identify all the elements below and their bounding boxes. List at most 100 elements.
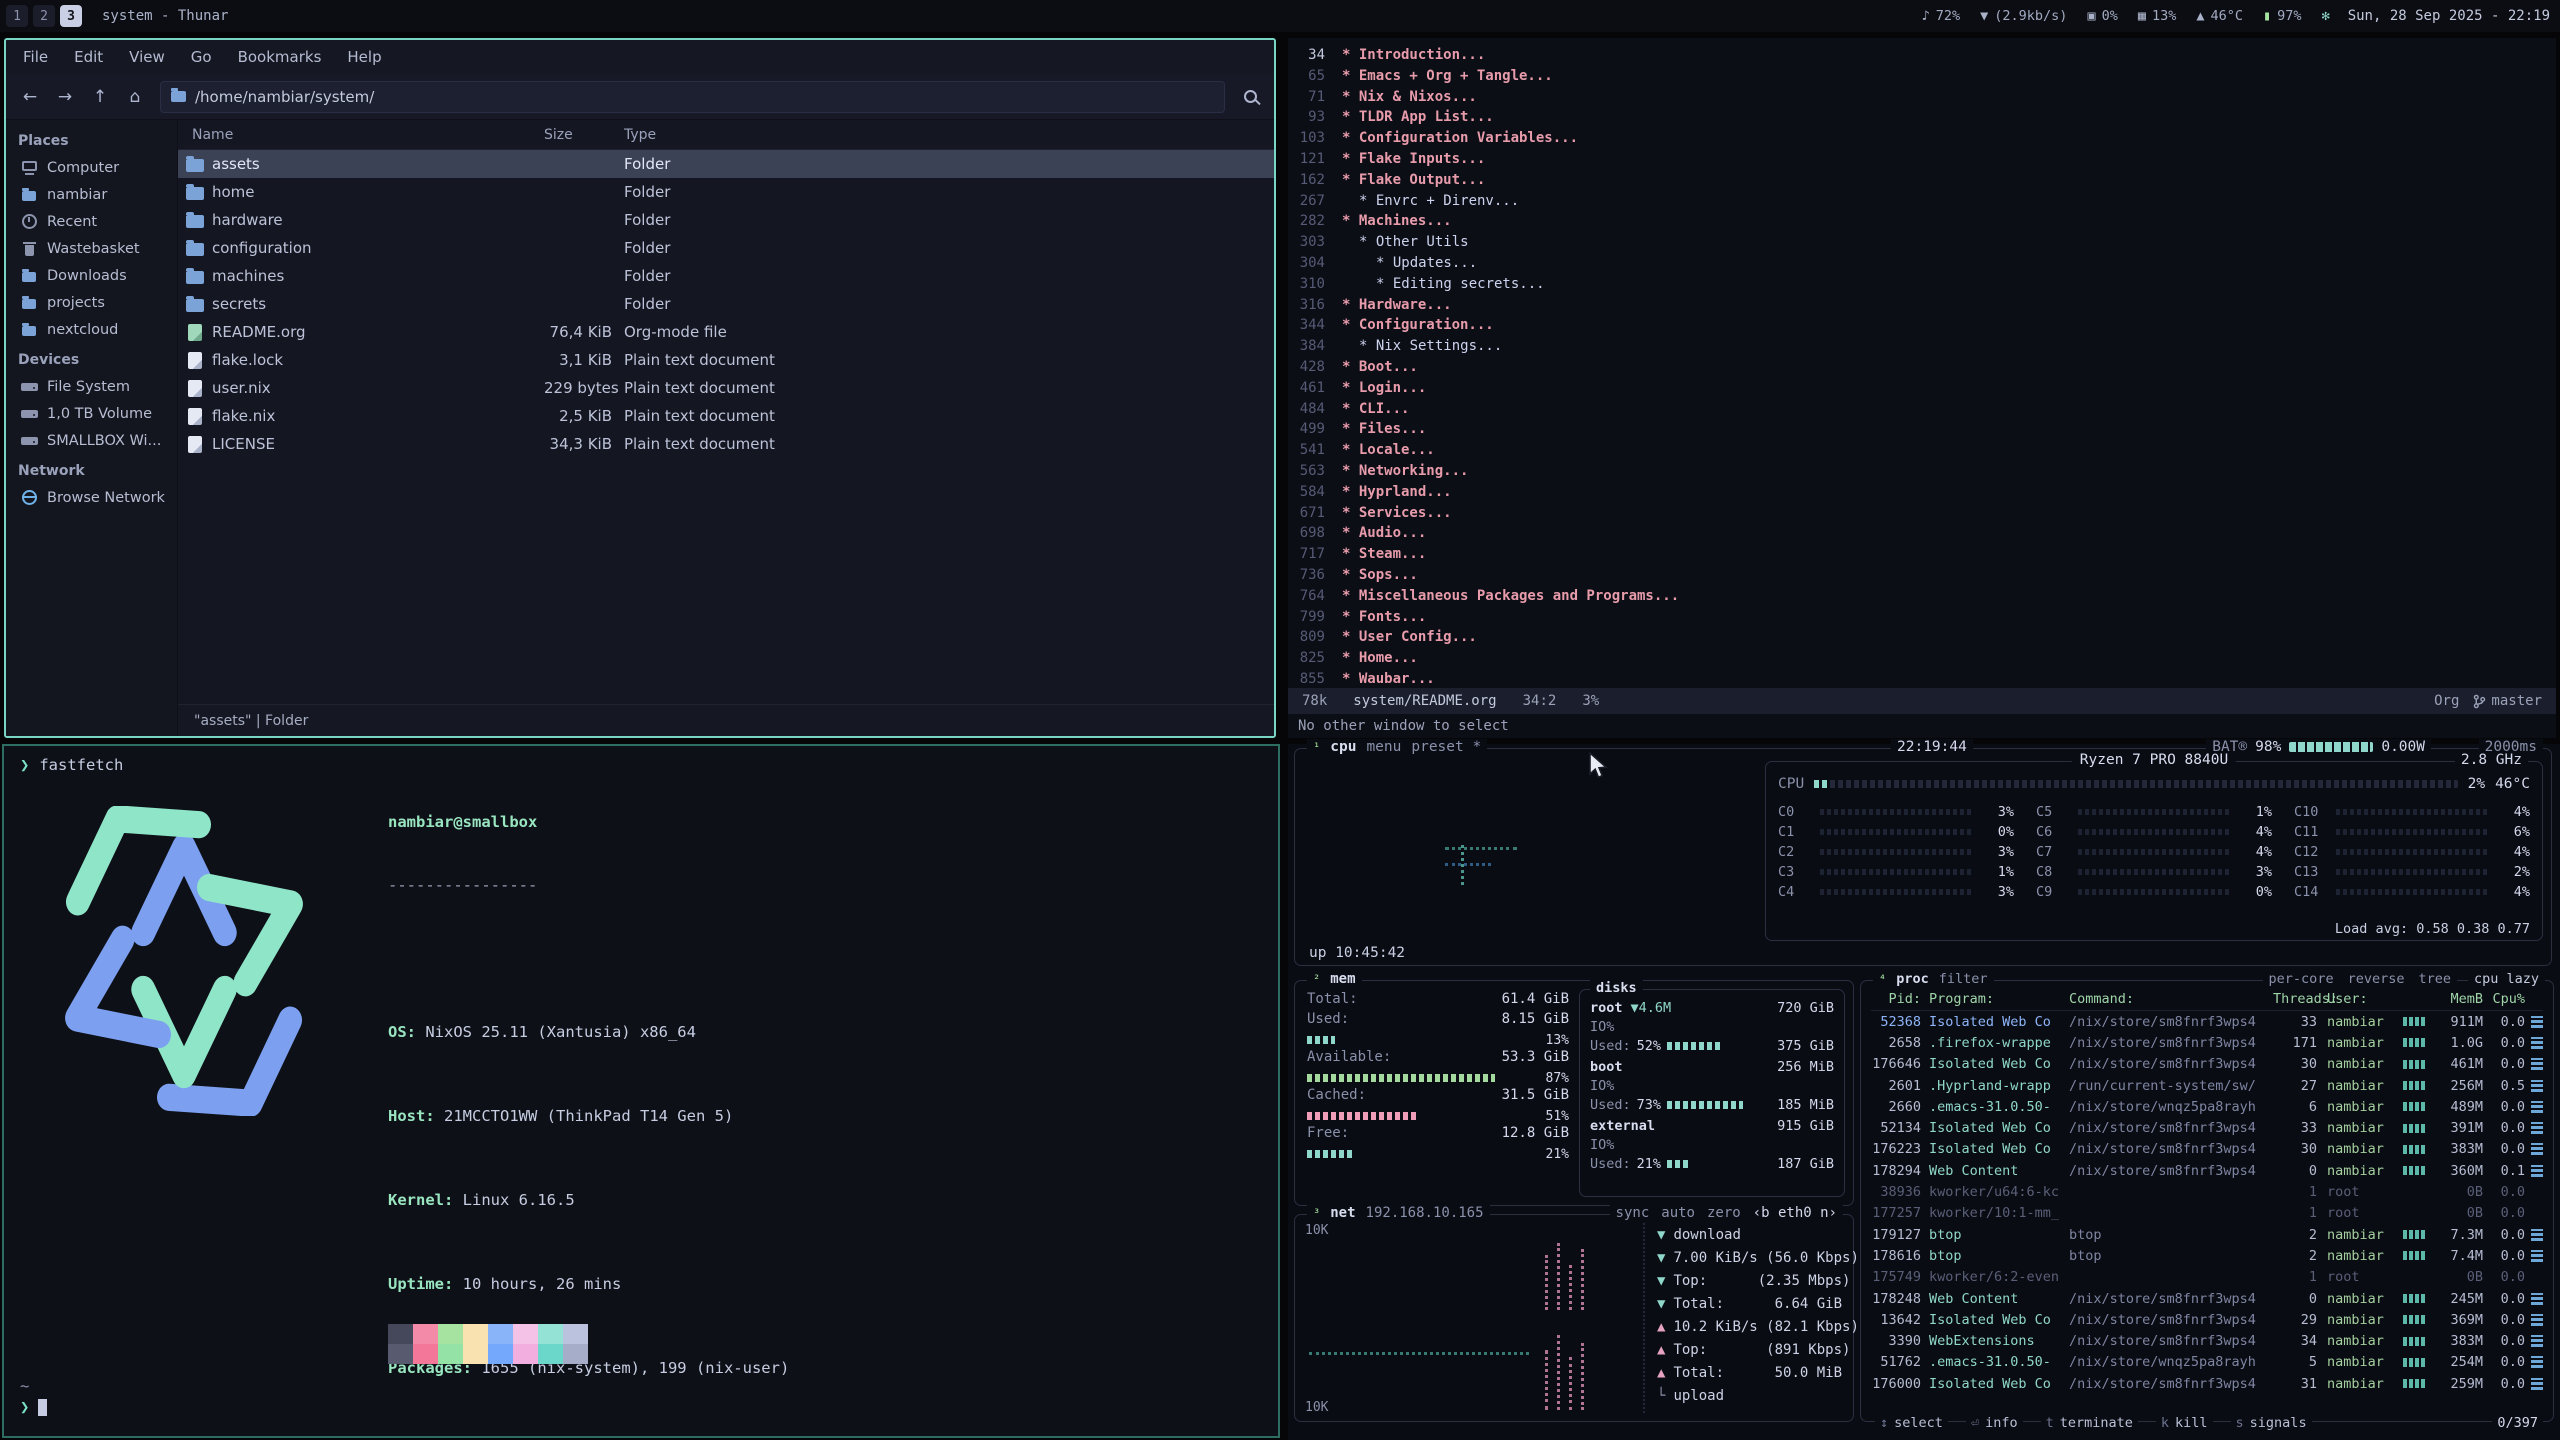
- file-name: secrets: [212, 295, 544, 313]
- org-heading: * Nix & Nixos...: [1342, 87, 1477, 108]
- workspace-button[interactable]: 2: [33, 5, 55, 27]
- up-button[interactable]: ↑: [84, 81, 116, 113]
- process-row[interactable]: 2658 .firefox-wrappe /nix/store/sm8fnrf3…: [1871, 1032, 2543, 1053]
- home-button[interactable]: ⌂: [119, 81, 151, 113]
- process-row[interactable]: 176646 Isolated Web Co /nix/store/sm8fnr…: [1871, 1054, 2543, 1075]
- status-icon: ▦: [2138, 8, 2146, 24]
- workspace-button[interactable]: 3: [60, 5, 82, 27]
- process-row[interactable]: 51762 .emacs-31.0.50- /nix/store/wnqz5pa…: [1871, 1352, 2543, 1373]
- direction-arrow-icon: ▼: [1657, 1227, 1665, 1243]
- palette-swatch: [538, 1324, 563, 1344]
- memory-meter: [1307, 1150, 1352, 1158]
- process-row[interactable]: 52134 Isolated Web Co /nix/store/sm8fnrf…: [1871, 1117, 2543, 1138]
- column-header-size[interactable]: Size: [544, 127, 612, 143]
- process-cpu-graph: [2531, 1356, 2543, 1368]
- org-buffer: 34 * Introduction... 65 * Emacs + Org + …: [1288, 38, 2556, 688]
- file-row[interactable]: secrets Folder: [178, 290, 1274, 318]
- file-row[interactable]: hardware Folder: [178, 206, 1274, 234]
- process-row[interactable]: 178248 Web Content /nix/store/sm8fnrf3wp…: [1871, 1288, 2543, 1309]
- process-row[interactable]: 176223 Isolated Web Co /nix/store/sm8fnr…: [1871, 1139, 2543, 1160]
- path-bar[interactable]: /home/nambiar/system/: [160, 81, 1225, 113]
- proc-option-toggle[interactable]: reverse: [2348, 971, 2405, 987]
- proc-sort-selector[interactable]: cpu lazy: [2468, 971, 2545, 987]
- file-row[interactable]: machines Folder: [178, 262, 1274, 290]
- process-row[interactable]: 13642 Isolated Web Co /nix/store/sm8fnrf…: [1871, 1309, 2543, 1330]
- status-tray: ♪ 72% ▼ (2.9kb/s) ▣ 0% ▦ 13% ▲ 46°C: [1922, 8, 2336, 24]
- proc-footer-button[interactable]: tterminate: [2041, 1415, 2138, 1431]
- net-toggle[interactable]: sync: [1616, 1205, 1650, 1221]
- file-row[interactable]: LICENSE 34,3 KiB Plain text document: [178, 430, 1274, 458]
- file-row[interactable]: flake.nix 2,5 KiB Plain text document: [178, 402, 1274, 430]
- process-row[interactable]: 38936 kworker/u64:6-kc 1 root 0B 0.0: [1871, 1181, 2543, 1202]
- proc-footer-button[interactable]: kkill: [2156, 1415, 2213, 1431]
- file-type: Plain text document: [612, 435, 1274, 453]
- back-button[interactable]: ←: [14, 81, 46, 113]
- net-toggle[interactable]: zero: [1707, 1205, 1741, 1221]
- file-row[interactable]: assets Folder: [178, 150, 1274, 178]
- process-mem-graph: [2403, 1315, 2425, 1324]
- process-row[interactable]: 176000 Isolated Web Co /nix/store/sm8fnr…: [1871, 1373, 2543, 1394]
- org-heading: * Flake Output...: [1342, 170, 1485, 191]
- column-header-type[interactable]: Type: [612, 127, 1274, 143]
- process-row[interactable]: 178294 Web Content /nix/store/sm8fnrf3wp…: [1871, 1160, 2543, 1181]
- process-row[interactable]: 175749 kworker/6:2-even 1 root 0B 0.0: [1871, 1267, 2543, 1288]
- process-table-header[interactable]: Pid: Program: Command: Threads: User: Me…: [1871, 987, 2543, 1011]
- process-row[interactable]: 2601 .Hyprland-wrapp /run/current-system…: [1871, 1075, 2543, 1096]
- file-row[interactable]: flake.lock 3,1 KiB Plain text document: [178, 346, 1274, 374]
- core-percent: 3%: [1980, 884, 2014, 900]
- menu-item[interactable]: File: [10, 40, 61, 74]
- net-interface-switcher[interactable]: ‹b eth0 n›: [1753, 1205, 1837, 1221]
- menu-item[interactable]: Go: [178, 40, 225, 74]
- menu-item[interactable]: Bookmarks: [225, 40, 335, 74]
- filter-button[interactable]: filter: [1939, 971, 1988, 987]
- sidebar-item[interactable]: Computer: [6, 154, 177, 181]
- forward-button[interactable]: →: [49, 81, 81, 113]
- proc-footer-button[interactable]: ↕select: [1875, 1415, 1948, 1431]
- menu-item[interactable]: Help: [334, 40, 394, 74]
- process-command: btop: [2069, 1227, 2273, 1243]
- line-number: 809: [1288, 627, 1342, 648]
- sidebar-item[interactable]: Wastebasket: [6, 235, 177, 262]
- sidebar-item-icon: [21, 159, 38, 176]
- process-row[interactable]: 178616 btop btop 2 nambiar 7.4M 0.0: [1871, 1245, 2543, 1266]
- proc-option-toggle[interactable]: per-core: [2269, 971, 2334, 987]
- menu-item[interactable]: Edit: [61, 40, 116, 74]
- sidebar-item[interactable]: Browse Network: [6, 484, 177, 511]
- org-line: 304 * Updates...: [1288, 253, 2556, 274]
- process-row[interactable]: 2660 .emacs-31.0.50- /nix/store/wnqz5pa8…: [1871, 1096, 2543, 1117]
- menu-item[interactable]: View: [116, 40, 178, 74]
- net-toggle[interactable]: auto: [1661, 1205, 1695, 1221]
- sidebar-item[interactable]: projects: [6, 289, 177, 316]
- file-row[interactable]: README.org 76,4 KiB Org-mode file: [178, 318, 1274, 346]
- proc-footer-button[interactable]: ssignals: [2231, 1415, 2312, 1431]
- process-row[interactable]: 52368 Isolated Web Co /nix/store/sm8fnrf…: [1871, 1011, 2543, 1032]
- org-line: 344 * Configuration...: [1288, 315, 2556, 336]
- search-button[interactable]: [1234, 81, 1266, 113]
- process-row[interactable]: 177257 kworker/10:1-mm_ 1 root 0B 0.0: [1871, 1203, 2543, 1224]
- process-memory: 259M: [2429, 1376, 2483, 1392]
- sidebar-item[interactable]: SMALLBOX Wi...: [6, 427, 177, 454]
- process-row[interactable]: 179127 btop btop 2 nambiar 7.3M 0.0: [1871, 1224, 2543, 1245]
- sidebar-item[interactable]: Downloads: [6, 262, 177, 289]
- proc-option-toggle[interactable]: tree: [2418, 971, 2451, 987]
- process-row[interactable]: 3390 WebExtensions /nix/store/sm8fnrf3wp…: [1871, 1330, 2543, 1351]
- sidebar-item[interactable]: File System: [6, 373, 177, 400]
- sidebar-item[interactable]: nambiar: [6, 181, 177, 208]
- column-header-name[interactable]: Name: [178, 127, 544, 143]
- proc-footer-button[interactable]: ⏎info: [1966, 1415, 2023, 1431]
- file-row[interactable]: user.nix 229 bytes Plain text document: [178, 374, 1274, 402]
- org-heading: * Introduction...: [1342, 45, 1485, 66]
- sidebar-item[interactable]: 1,0 TB Volume: [6, 400, 177, 427]
- file-row[interactable]: home Folder: [178, 178, 1274, 206]
- key-hint: s: [2236, 1415, 2244, 1431]
- process-cpu: 0.0: [2483, 1120, 2525, 1136]
- line-number: 484: [1288, 399, 1342, 420]
- process-memory: 245M: [2429, 1291, 2483, 1307]
- workspace-button[interactable]: 1: [6, 5, 28, 27]
- sidebar-item[interactable]: nextcloud: [6, 316, 177, 343]
- sidebar-item[interactable]: Recent: [6, 208, 177, 235]
- file-row[interactable]: configuration Folder: [178, 234, 1274, 262]
- preset-button[interactable]: preset *: [1411, 739, 1481, 755]
- sidebar-item-label: File System: [47, 379, 130, 395]
- menu-button[interactable]: menu: [1366, 739, 1401, 755]
